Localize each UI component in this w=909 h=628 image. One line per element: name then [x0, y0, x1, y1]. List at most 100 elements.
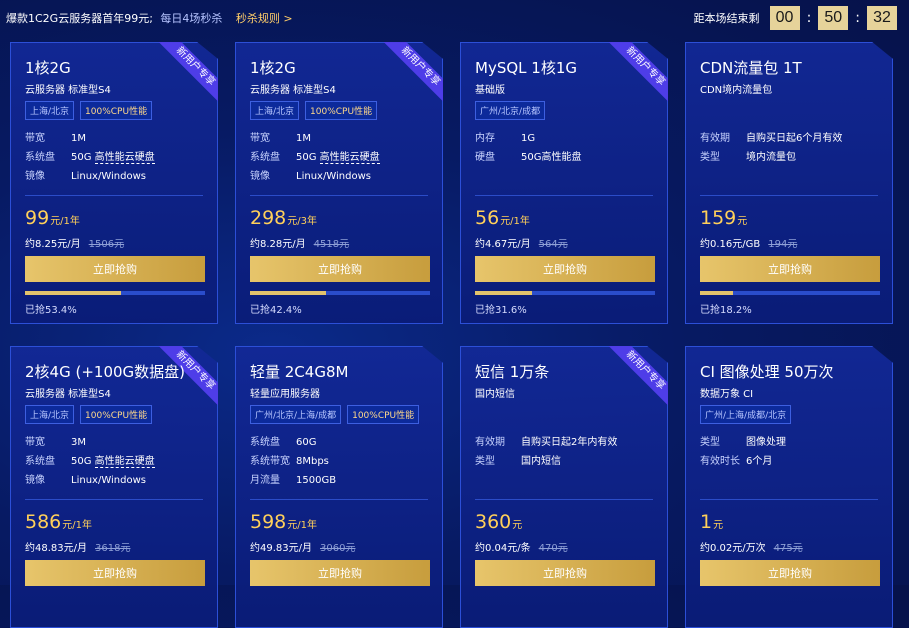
- countdown-hours: 00: [769, 6, 800, 30]
- spec-key: 类型: [700, 437, 720, 448]
- buy-now-button[interactable]: 立即抢购: [475, 256, 655, 282]
- product-tags: 上海/北京 100%CPU性能: [250, 101, 378, 120]
- price: 598元/1年: [250, 511, 317, 533]
- countdown: 距本场结束剩 00 : 50 : 32: [694, 6, 897, 30]
- sold-progress-bar: [700, 291, 880, 295]
- price-unit: 元: [512, 520, 523, 531]
- spec-key: 镜像: [25, 475, 45, 486]
- spec-value-underlined: 高性能云硬盘: [94, 456, 155, 468]
- price: 56元/1年: [475, 207, 530, 229]
- spec-value: 图像处理: [746, 437, 786, 448]
- buy-now-button[interactable]: 立即抢购: [475, 560, 655, 586]
- spec-value-underlined: 高性能云硬盘: [94, 152, 155, 164]
- spec-value: 1G: [521, 133, 536, 144]
- spec-key: 系统盘: [25, 456, 55, 467]
- product-specs: 带宽 3M 系统盘 50G 高性能云硬盘 镜像 Linux/Windows: [25, 433, 155, 490]
- spec-row: 系统带宽 8Mbps: [250, 452, 336, 471]
- product-title: 1核2G: [250, 59, 296, 77]
- original-price: 1506元: [88, 239, 125, 250]
- spec-row: 带宽 3M: [25, 433, 155, 452]
- spec-value: 自购买日起6个月有效: [746, 133, 843, 144]
- product-card: 新用户专享 短信 1万条 国内短信 有效期 自购买日起2年内有效 类型 国内短信 360元 约0…: [460, 346, 668, 628]
- price-per-month: 约0.02元/万次 475元: [700, 539, 803, 554]
- price: 99元/1年: [25, 207, 80, 229]
- sold-percent: 已抢42.4%: [250, 305, 302, 316]
- buy-now-button[interactable]: 立即抢购: [700, 256, 880, 282]
- spec-row: 系统盘 60G: [250, 433, 336, 452]
- spec-key: 月流量: [250, 475, 280, 486]
- spec-row: 带宽 1M: [250, 129, 380, 148]
- product-tags: 广州/北京/成都: [475, 101, 546, 120]
- spec-value: 50G 高性能云硬盘: [71, 456, 155, 468]
- product-specs: 内存 1G 硬盘 50G高性能盘: [475, 129, 581, 167]
- buy-now-button[interactable]: 立即抢购: [250, 560, 430, 586]
- spec-key: 硬盘: [475, 152, 495, 163]
- buy-now-button[interactable]: 立即抢购: [700, 560, 880, 586]
- buy-now-button[interactable]: 立即抢购: [250, 256, 430, 282]
- spec-row: 月流量 1500GB: [250, 471, 336, 490]
- spec-key: 内存: [475, 133, 495, 144]
- product-card: 新用户专享 2核4G (+100G数据盘) 云服务器 标准型S4 上海/北京 100%C…: [10, 346, 218, 628]
- promo-text: 爆款1C2G云服务器首年99元; 每日4场秒杀 秒杀规则 >: [6, 10, 293, 26]
- spec-key: 系统盘: [25, 152, 55, 163]
- spec-value: 1M: [71, 133, 86, 144]
- spec-row: 镜像 Linux/Windows: [250, 167, 380, 186]
- spec-key: 有效期: [475, 437, 505, 448]
- price-unit: 元/3年: [287, 216, 317, 227]
- product-card: 新用户专享 MySQL 1核1G 基础版 广州/北京/成都 内存 1G 硬盘 50G高性能盘 5…: [460, 42, 668, 324]
- spec-value: Linux/Windows: [296, 171, 371, 182]
- unit-price: 约4.67元/月: [475, 239, 531, 250]
- spec-key: 镜像: [250, 171, 270, 182]
- sold-progress-fill: [250, 291, 327, 295]
- product-specs: 有效期 自购买日起2年内有效 类型 国内短信: [475, 433, 617, 471]
- sold-progress-fill: [700, 291, 733, 295]
- spec-value: 6个月: [746, 456, 773, 467]
- region-tag: 广州/上海/成都/北京: [700, 405, 792, 424]
- unit-price: 约0.02元/万次: [700, 543, 766, 554]
- price-value: 586: [25, 511, 62, 533]
- buy-now-button[interactable]: 立即抢购: [25, 560, 205, 586]
- product-tags: 上海/北京 100%CPU性能: [25, 405, 153, 424]
- original-price: 3618元: [95, 543, 131, 554]
- product-specs: 系统盘 60G 系统带宽 8Mbps 月流量 1500GB: [250, 433, 336, 490]
- price-per-month: 约48.83元/月 3618元: [25, 539, 130, 554]
- spec-key: 系统盘: [250, 437, 280, 448]
- spec-row: 系统盘 50G 高性能云硬盘: [250, 148, 380, 167]
- buy-now-button[interactable]: 立即抢购: [25, 256, 205, 282]
- spec-value: 境内流量包: [746, 152, 796, 163]
- spec-row: 内存 1G: [475, 129, 581, 148]
- price-unit: 元/1年: [50, 216, 80, 227]
- price-value: 159: [700, 207, 737, 229]
- product-card: CI 图像处理 50万次 数据万象 CI 广州/上海/成都/北京 类型 图像处理 有效时长…: [685, 346, 893, 628]
- region-tag: 上海/北京: [250, 101, 300, 120]
- new-user-ribbon: 新用户专享: [156, 42, 218, 106]
- divider: [475, 499, 653, 500]
- price: 586元/1年: [25, 511, 92, 533]
- divider: [25, 195, 203, 196]
- product-subtitle: 云服务器 标准型S4: [25, 85, 111, 96]
- unit-price: 约49.83元/月: [250, 543, 312, 554]
- product-title: 2核4G (+100G数据盘): [25, 363, 186, 381]
- sold-progress-bar: [250, 291, 430, 295]
- spec-key: 系统盘: [250, 152, 280, 163]
- price-value: 298: [250, 207, 287, 229]
- product-specs: 类型 图像处理 有效时长 6个月: [700, 433, 786, 471]
- spec-key: 有效时长: [700, 456, 740, 467]
- price-per-month: 约49.83元/月 3060元: [250, 539, 355, 554]
- product-subtitle: 数据万象 CI: [700, 389, 754, 400]
- sold-progress-bar: [475, 291, 655, 295]
- region-tag: 上海/北京: [25, 405, 75, 424]
- unit-price: 约8.25元/月: [25, 239, 81, 250]
- price-per-month: 约8.25元/月 1506元: [25, 235, 124, 250]
- price-value: 1: [700, 511, 713, 533]
- divider: [250, 195, 428, 196]
- spec-value: 50G 高性能云硬盘: [71, 152, 155, 164]
- spec-row: 有效时长 6个月: [700, 452, 786, 471]
- product-title: CI 图像处理 50万次: [700, 363, 834, 381]
- sold-percent: 已抢18.2%: [700, 305, 752, 316]
- flash-sale-rules-link[interactable]: 秒杀规则 >: [236, 12, 293, 25]
- product-title: 轻量 2C4G8M: [250, 363, 349, 381]
- product-specs: 有效期 自购买日起6个月有效 类型 境内流量包: [700, 129, 842, 167]
- divider: [250, 499, 428, 500]
- spec-key: 类型: [700, 152, 720, 163]
